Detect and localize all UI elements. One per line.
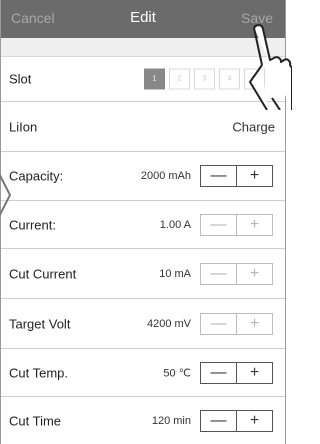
target-volt-plus-button[interactable]: + <box>237 314 272 334</box>
capacity-plus-button[interactable]: + <box>237 166 272 186</box>
cut-time-row: Cut Time 120 min — + <box>1 397 285 444</box>
cut-time-value: 120 min <box>151 414 191 427</box>
target-volt-stepper: — + <box>200 312 273 335</box>
cut-time-minus-button[interactable]: — <box>201 410 237 431</box>
current-stepper: — + <box>200 213 273 236</box>
cut-current-stepper: — + <box>200 262 273 285</box>
cut-time-stepper: — + <box>200 409 273 432</box>
target-volt-label: Target Volt <box>9 316 71 331</box>
cut-temp-stepper: — + <box>200 361 273 384</box>
capacity-stepper: — + <box>200 165 273 187</box>
current-row: Current: 1.00 A — + <box>1 201 285 249</box>
cut-current-minus-button[interactable]: — <box>201 263 237 284</box>
cut-current-plus-button[interactable]: + <box>237 264 272 284</box>
slot-button-2[interactable]: 2 <box>169 68 190 90</box>
capacity-value: 2000 mAh <box>140 170 191 182</box>
current-value: 1.00 A <box>159 218 191 231</box>
capacity-label: Capacity: <box>9 168 64 184</box>
current-label: Current: <box>9 217 56 232</box>
cut-time-label: Cut Time <box>9 413 62 428</box>
cut-current-value: 10 mA <box>159 267 191 280</box>
cut-current-label: Cut Current <box>9 266 77 281</box>
slot-button-1[interactable]: 1 <box>144 68 165 90</box>
target-volt-minus-button[interactable]: — <box>201 313 237 334</box>
target-volt-value: 4200 mV <box>146 317 191 330</box>
capacity-minus-button[interactable]: — <box>201 166 237 186</box>
cut-current-row: Cut Current 10 mA — + <box>1 249 285 299</box>
current-plus-button[interactable]: + <box>237 215 272 235</box>
cut-temp-minus-button[interactable]: — <box>201 362 237 383</box>
chevron-left-icon <box>0 173 12 217</box>
cut-temp-plus-button[interactable]: + <box>237 363 272 383</box>
cut-temp-label: Cut Temp. <box>9 365 69 380</box>
mode-value[interactable]: Charge <box>232 119 275 134</box>
slot-button-3[interactable]: 3 <box>194 68 215 90</box>
cut-time-plus-button[interactable]: + <box>237 411 272 431</box>
hand-pointer-icon <box>249 24 292 110</box>
current-minus-button[interactable]: — <box>201 214 237 235</box>
capacity-row: Capacity: 2000 mAh — + <box>1 152 285 201</box>
cut-temp-value: 50 ℃ <box>163 367 191 379</box>
slot-label: Slot <box>9 71 32 87</box>
cut-temp-row: Cut Temp. 50 ℃ — + <box>1 349 285 397</box>
target-volt-row: Target Volt 4200 mV — + <box>1 299 285 349</box>
battery-type-label: LiIon <box>9 119 38 134</box>
